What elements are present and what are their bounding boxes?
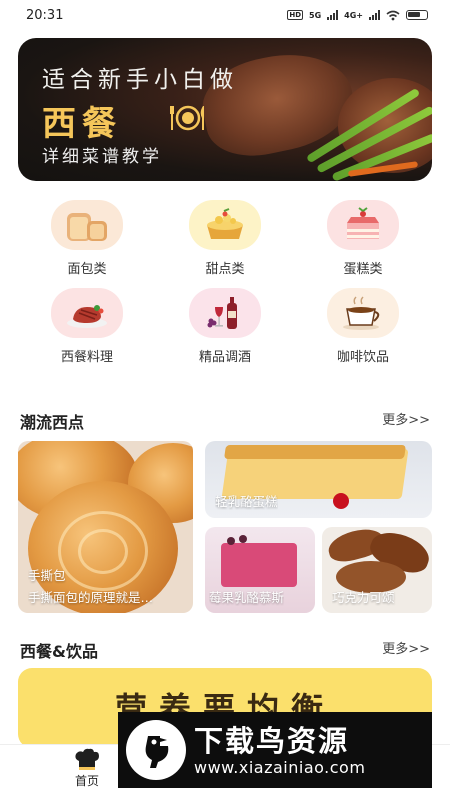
wifi-icon (386, 10, 400, 20)
steak-icon (51, 288, 123, 338)
bread-icon (51, 200, 123, 250)
card-caption: 手撕面包的原理就是… (28, 590, 154, 605)
more-link-trendy[interactable]: 更多>> (382, 409, 430, 428)
card-caption: 莓果乳酪慕斯 (209, 590, 285, 605)
card-tag: 手撕包 (28, 568, 66, 583)
category-coffee[interactable]: 咖啡饮品 (294, 288, 432, 365)
category-grid: 面包类 甜点类 蛋糕类 西餐料理 精品调酒 咖啡饮品 (18, 200, 432, 365)
signal-icon (327, 10, 339, 20)
category-label: 西餐料理 (60, 350, 113, 365)
bird-logo-icon (126, 720, 186, 780)
card-caption: 巧克力可颂 (332, 590, 395, 605)
cherry-image (333, 493, 349, 509)
banner-line2: 西餐 (42, 104, 122, 144)
plate-cutlery-icon (170, 105, 204, 131)
section-title-trendy: 潮流西点 (20, 413, 85, 432)
category-label: 精品调酒 (198, 350, 251, 365)
cake-icon (327, 200, 399, 250)
wine-icon (189, 288, 261, 338)
banner-line1: 适合新手小白做 (42, 67, 238, 93)
status-icons: HD 5G 4G+ (287, 10, 428, 21)
signal-icon-2 (369, 10, 380, 20)
net-5g-label: 5G (309, 10, 322, 20)
hd-icon: HD (287, 10, 304, 20)
berry-icon (239, 535, 247, 543)
category-cake[interactable]: 蛋糕类 (294, 200, 432, 277)
mousse-image (221, 543, 297, 587)
banner-line3: 详细菜谱教学 (42, 147, 162, 167)
watermark-title: 下载鸟资源 (194, 723, 350, 758)
coffee-icon (327, 288, 399, 338)
category-cocktail[interactable]: 精品调酒 (156, 288, 294, 365)
recipe-card-mousse[interactable]: 莓果乳酪慕斯 (205, 527, 315, 613)
battery-icon (406, 10, 428, 20)
status-bar: 20:31 HD 5G 4G+ (0, 0, 450, 30)
net-4g-label: 4G+ (344, 10, 363, 20)
category-western[interactable]: 西餐料理 (18, 288, 156, 365)
watermark-overlay: 下载鸟资源 www.xiazainiao.com (118, 712, 432, 788)
category-label: 面包类 (67, 262, 107, 277)
category-label: 咖啡饮品 (336, 350, 389, 365)
category-bread[interactable]: 面包类 (18, 200, 156, 277)
card-caption: 轻乳酪蛋糕 (215, 494, 278, 509)
berry-icon (227, 537, 235, 545)
recipe-card-croissant[interactable]: 巧克力可颂 (322, 527, 432, 613)
watermark-url: www.xiazainiao.com (194, 757, 366, 777)
recipe-card-cheesecake[interactable]: 轻乳酪蛋糕 (205, 441, 432, 518)
tab-home[interactable]: 首页 (62, 747, 112, 789)
hero-banner[interactable]: 适合新手小白做 西餐 详细菜谱教学 (18, 38, 432, 181)
status-time: 20:31 (26, 7, 64, 23)
tab-home-label: 首页 (74, 774, 99, 788)
section-title-western-drinks: 西餐&饮品 (20, 642, 98, 661)
category-dessert[interactable]: 甜点类 (156, 200, 294, 277)
cheesecake-top (224, 445, 406, 459)
chef-hat-icon (75, 748, 99, 770)
recipe-card-bread[interactable]: 手撕包 手撕面包的原理就是… (18, 441, 193, 613)
more-link-western-drinks[interactable]: 更多>> (382, 638, 430, 657)
category-label: 甜点类 (205, 262, 245, 277)
category-label: 蛋糕类 (343, 262, 383, 277)
tart-icon (189, 200, 261, 250)
